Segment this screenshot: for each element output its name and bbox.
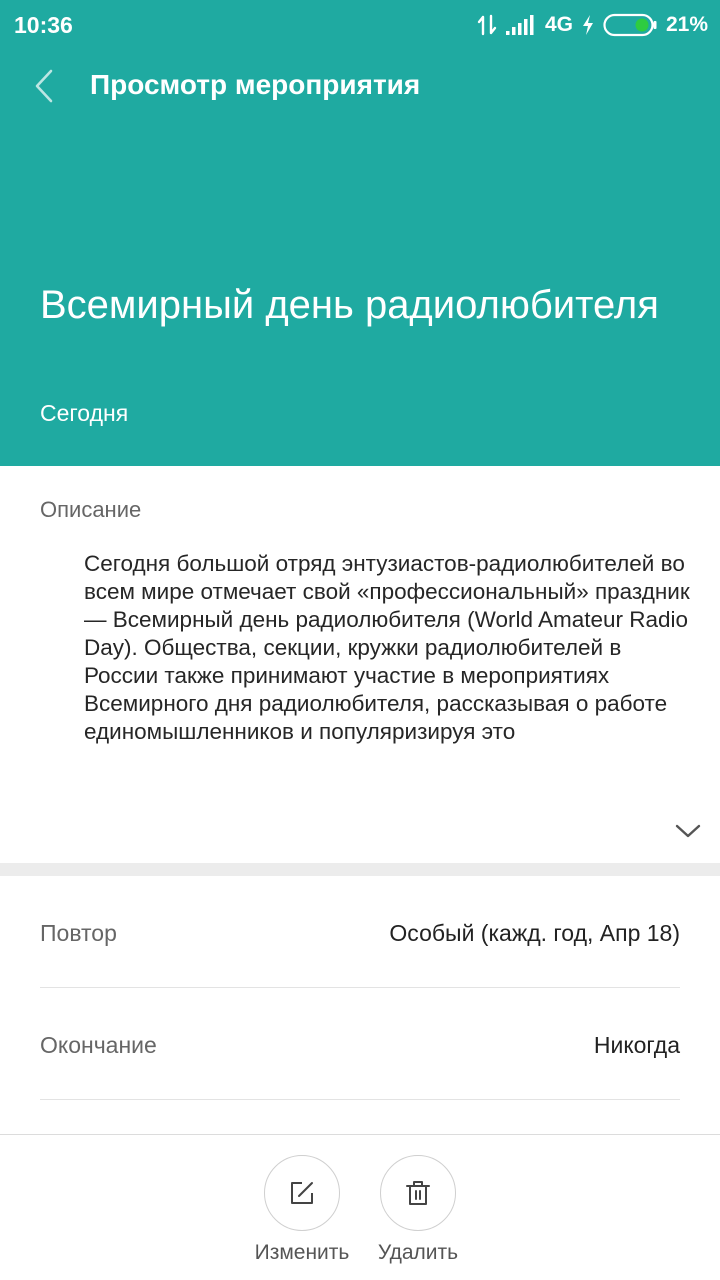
network-type: 4G — [544, 13, 573, 36]
chevron-down-icon — [675, 824, 701, 838]
delete-button[interactable]: Удалить — [358, 1155, 478, 1275]
description-text[interactable]: Сегодня большой отряд энтузиастов-радиол… — [84, 550, 694, 774]
end-value: Никогда — [593, 1032, 680, 1058]
event-title: Всемирный день радиолюбителя — [40, 283, 659, 327]
delete-label: Удалить — [377, 1241, 459, 1264]
edit-label: Изменить — [254, 1241, 350, 1264]
description-label: Описание — [40, 497, 142, 522]
edit-button[interactable]: Изменить — [242, 1155, 362, 1275]
expand-description-button[interactable] — [672, 816, 704, 846]
edit-icon — [291, 1182, 313, 1204]
status-icons: 4G 21% — [477, 11, 708, 39]
page-title: Просмотр мероприятия — [90, 69, 421, 100]
end-row[interactable]: Окончание Никогда — [40, 988, 680, 1100]
battery-icon — [603, 13, 657, 37]
chevron-left-icon — [35, 69, 53, 103]
end-label: Окончание — [40, 1032, 157, 1058]
repeat-label: Повтор — [40, 920, 117, 946]
app-bar: Просмотр мероприятия — [0, 56, 720, 116]
data-transfer-icon — [477, 14, 497, 36]
status-time: 10:36 — [14, 12, 73, 38]
battery-percent: 21% — [665, 13, 708, 36]
status-bar: 10:36 4G 21% — [0, 0, 720, 50]
edit-button-circle[interactable] — [264, 1155, 340, 1231]
repeat-value: Особый (кажд. год, Апр 18) — [389, 920, 680, 946]
section-divider — [0, 863, 720, 876]
charging-icon — [582, 15, 593, 35]
event-date: Сегодня — [40, 400, 129, 426]
repeat-row[interactable]: Повтор Особый (кажд. год, Апр 18) — [40, 876, 680, 988]
signal-icon — [505, 15, 534, 35]
bottom-action-bar: Изменить Удалить — [0, 1134, 720, 1280]
delete-button-circle[interactable] — [380, 1155, 456, 1231]
trash-icon — [406, 1181, 430, 1205]
event-header: 10:36 4G 21% Просмотр мероприятия Всемир… — [0, 0, 720, 466]
back-button[interactable] — [24, 64, 64, 108]
